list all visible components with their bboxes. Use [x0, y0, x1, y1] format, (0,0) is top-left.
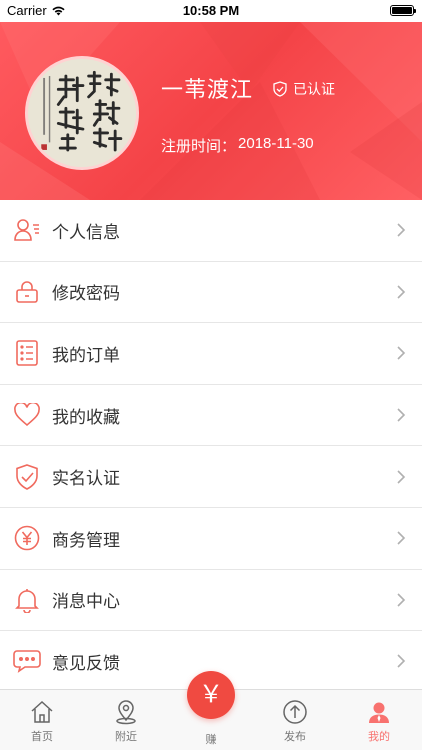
menu-item-label: 修改密码	[52, 284, 120, 304]
shield-check-icon	[273, 81, 287, 97]
location-icon	[116, 700, 136, 725]
register-date: 2018-11-30	[238, 135, 314, 152]
menu-item-label: 实名认证	[52, 469, 120, 489]
menu-item-real-name-verification[interactable]: 实名认证	[0, 446, 422, 508]
menu-item-my-favorites[interactable]: 我的收藏	[0, 384, 422, 447]
chevron-right-icon	[397, 470, 406, 484]
register-label: 注册时间：	[161, 138, 237, 155]
status-time: 10:58 PM	[182, 3, 240, 18]
tab-label: 我的	[368, 731, 390, 743]
user-info-icon	[13, 216, 41, 244]
tab-label: 附近	[115, 731, 137, 743]
chevron-right-icon	[397, 531, 406, 545]
menu-item-message-center[interactable]: 消息中心	[0, 569, 422, 632]
tab-nearby[interactable]: 附近	[84, 690, 168, 750]
tab-label: 发布	[284, 731, 306, 743]
menu-item-label: 意见反馈	[52, 653, 120, 673]
home-icon	[31, 700, 53, 723]
chevron-right-icon	[397, 654, 406, 669]
tab-home[interactable]: 首页	[0, 690, 84, 750]
verified-badge[interactable]: 已认证	[272, 79, 335, 99]
yuan-circle-icon	[13, 524, 41, 552]
tab-publish[interactable]: 发布	[253, 690, 337, 750]
yuan-icon: ￥	[199, 681, 223, 708]
upload-icon	[283, 700, 307, 724]
earn-button[interactable]: ￥	[187, 671, 235, 719]
menu-item-personal-info[interactable]: 个人信息	[0, 200, 422, 262]
chevron-right-icon	[397, 408, 406, 422]
menu-item-label: 个人信息	[52, 222, 120, 242]
menu-item-business-management[interactable]: 商务管理	[0, 507, 422, 570]
chat-bubble-icon	[13, 647, 41, 675]
profile-header: 一苇渡江 已认证 注册时间： 2018-11-30	[0, 22, 422, 200]
menu-item-change-password[interactable]: 修改密码	[0, 261, 422, 324]
verified-label: 已认证	[293, 81, 335, 97]
tab-label: 首页	[31, 731, 53, 743]
menu-item-label: 我的收藏	[52, 407, 120, 427]
heart-icon	[13, 401, 41, 429]
battery-icon	[390, 5, 416, 16]
chevron-right-icon	[397, 223, 406, 237]
bell-icon	[13, 586, 41, 614]
lock-icon	[13, 278, 41, 306]
status-bar: Carrier 10:58 PM	[0, 0, 422, 22]
tab-bar: 首页 附近 ￥ 赚 发布 我的	[0, 671, 422, 750]
tab-earn-label[interactable]: 赚	[187, 731, 235, 747]
profile-menu: 个人信息 修改密码 我的订单 我的收藏 实名认证 商务管理 消息中心 意见反馈	[0, 200, 422, 693]
menu-item-my-orders[interactable]: 我的订单	[0, 323, 422, 385]
order-list-icon	[13, 339, 41, 367]
username: 一苇渡江	[161, 77, 254, 102]
shield-check-icon	[13, 463, 41, 491]
chevron-right-icon	[397, 593, 406, 607]
calligraphy-avatar	[28, 59, 136, 167]
profile-icon	[369, 702, 389, 723]
avatar[interactable]	[25, 56, 139, 170]
chevron-right-icon	[397, 346, 406, 361]
menu-item-label: 我的订单	[52, 345, 120, 365]
menu-item-label: 商务管理	[52, 530, 120, 550]
tab-mine[interactable]: 我的	[337, 690, 421, 750]
chevron-right-icon	[397, 285, 406, 299]
register-info: 注册时间： 2018-11-30	[161, 135, 314, 156]
menu-item-label: 消息中心	[52, 592, 120, 612]
